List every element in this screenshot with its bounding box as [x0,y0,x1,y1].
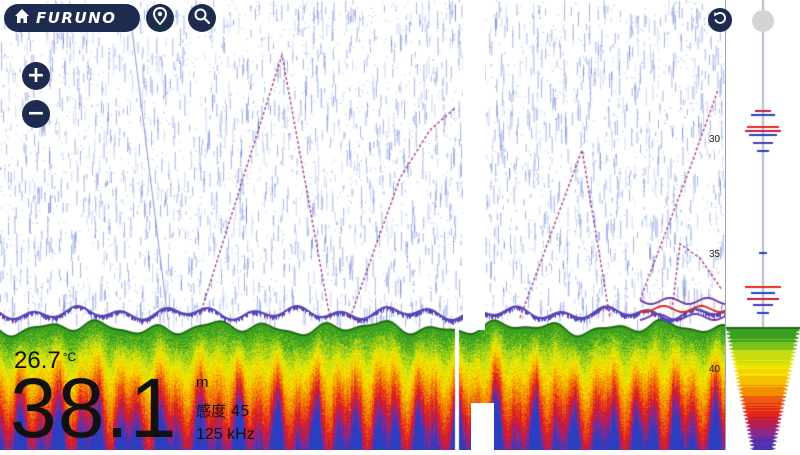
zoom-out-button[interactable]: − [22,100,50,128]
search-icon [194,8,211,29]
echogram-blank-block [471,403,494,450]
brand-logo-text: FURUNO [36,9,117,27]
home-icon [14,8,30,29]
gain-readout: 感度 45 [196,402,250,420]
search-button[interactable] [188,4,216,32]
home-logo-button[interactable]: FURUNO [4,4,140,32]
depth-scale-label-35: 35 [709,249,721,260]
undo-icon [713,11,727,30]
zoom-in-button[interactable]: + [22,62,50,90]
circle-indicator-icon [752,10,774,32]
echogram-blank-column [463,0,485,330]
a-scope-display [726,0,800,450]
undo-button[interactable] [708,8,732,32]
frequency-readout: 125 kHz [196,426,255,443]
map-pin-button[interactable] [146,4,174,32]
depth-scale-label-30: 30 [709,134,721,145]
depth-unit: m [196,374,209,391]
depth-scale-label-40: 40 [709,364,721,375]
depth-value: 38.1 [10,361,178,455]
map-pin-icon [152,6,168,30]
panel-divider [725,0,726,450]
